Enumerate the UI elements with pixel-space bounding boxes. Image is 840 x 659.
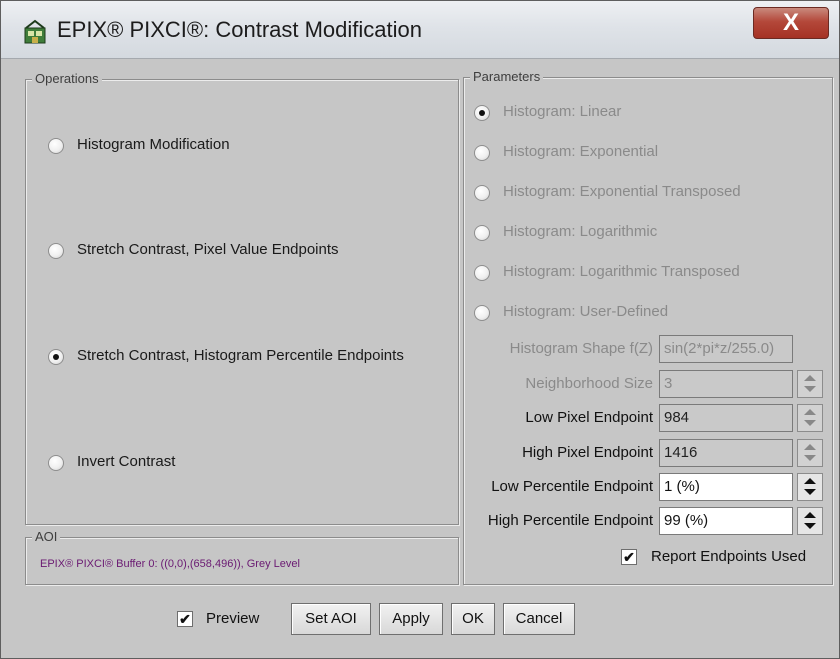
stepper-up-icon[interactable] [804,409,816,415]
aoi-group-title: AOI [32,529,61,545]
param-radio-label: Histogram: Logarithmic Transposed [503,263,740,280]
low-pixel-endpoint-label: Low Pixel Endpoint [525,409,653,426]
stepper-up-icon[interactable] [804,375,816,381]
stepper-up-icon[interactable] [804,512,816,518]
param-radio[interactable] [474,105,490,121]
ok-button[interactable]: OK [451,603,495,635]
param-radio-label: Histogram: User-Defined [503,303,669,320]
stepper-down-icon[interactable] [804,386,816,392]
low-percentile-endpoint-label: Low Percentile Endpoint [491,478,653,495]
stepper-down-icon[interactable] [804,523,816,529]
histogram-shape-input[interactable]: sin(2*pi*z/255.0) [659,335,793,363]
stepper-down-icon[interactable] [804,455,816,461]
operation-label: Invert Contrast [77,453,176,470]
param-radio-label: Histogram: Exponential Transposed [503,183,741,200]
low-percentile-endpoint-stepper[interactable] [797,473,823,501]
param-radio[interactable] [474,265,490,281]
high-percentile-endpoint-input[interactable]: 99 (%) [659,507,793,535]
report-endpoints-label: Report Endpoints Used [651,548,807,565]
low-pixel-endpoint-stepper[interactable] [797,404,823,432]
preview-checkbox[interactable]: ✔ [177,611,193,627]
operations-group: Operations Histogram Modification Stretc… [25,71,459,525]
stepper-down-icon[interactable] [804,420,816,426]
contrast-modification-dialog: EPIX® PIXCI®: Contrast Modification X Op… [0,0,840,659]
param-radio[interactable] [474,185,490,201]
set-aoi-button[interactable]: Set AOI [291,603,371,635]
high-percentile-endpoint-label: High Percentile Endpoint [487,512,653,529]
high-pixel-endpoint-label: High Pixel Endpoint [522,444,653,461]
low-pixel-endpoint-input[interactable]: 984 [659,404,793,432]
param-radio-label: Histogram: Linear [503,103,622,120]
low-percentile-endpoint-input[interactable]: 1 (%) [659,473,793,501]
param-radio[interactable] [474,305,490,321]
parameters-group-title: Parameters [470,69,544,85]
stepper-up-icon[interactable] [804,478,816,484]
apply-button[interactable]: Apply [379,603,443,635]
app-icon [24,19,46,44]
histogram-shape-label: Histogram Shape f(Z) [509,340,653,357]
aoi-group: AOI EPIX® PIXCI® Buffer 0: ((0,0),(658,4… [25,529,459,585]
high-pixel-endpoint-stepper[interactable] [797,439,823,467]
stepper-down-icon[interactable] [804,489,816,495]
operations-group-title: Operations [32,71,102,87]
cancel-button[interactable]: Cancel [503,603,575,635]
window-title: EPIX® PIXCI®: Contrast Modification [57,17,422,42]
close-button[interactable]: X [753,7,829,39]
operation-radio[interactable] [48,243,64,259]
param-radio[interactable] [474,225,490,241]
preview-label: Preview [206,610,260,627]
neighborhood-size-input[interactable]: 3 [659,370,793,398]
title-bar[interactable]: EPIX® PIXCI®: Contrast Modification X [1,1,839,59]
high-percentile-endpoint-stepper[interactable] [797,507,823,535]
operation-radio[interactable] [48,349,64,365]
operation-radio[interactable] [48,455,64,471]
neighborhood-size-stepper[interactable] [797,370,823,398]
neighborhood-size-label: Neighborhood Size [525,375,653,392]
operation-label: Histogram Modification [77,136,230,153]
operation-label: Stretch Contrast, Pixel Value Endpoints [77,241,339,258]
operation-label: Stretch Contrast, Histogram Percentile E… [77,347,404,364]
report-endpoints-checkbox[interactable]: ✔ [621,549,637,565]
param-radio-label: Histogram: Exponential [503,143,659,160]
high-pixel-endpoint-input[interactable]: 1416 [659,439,793,467]
operation-radio[interactable] [48,138,64,154]
aoi-description: EPIX® PIXCI® Buffer 0: ((0,0),(658,496))… [40,558,300,570]
stepper-up-icon[interactable] [804,444,816,450]
param-radio-label: Histogram: Logarithmic [503,223,658,240]
param-radio[interactable] [474,145,490,161]
